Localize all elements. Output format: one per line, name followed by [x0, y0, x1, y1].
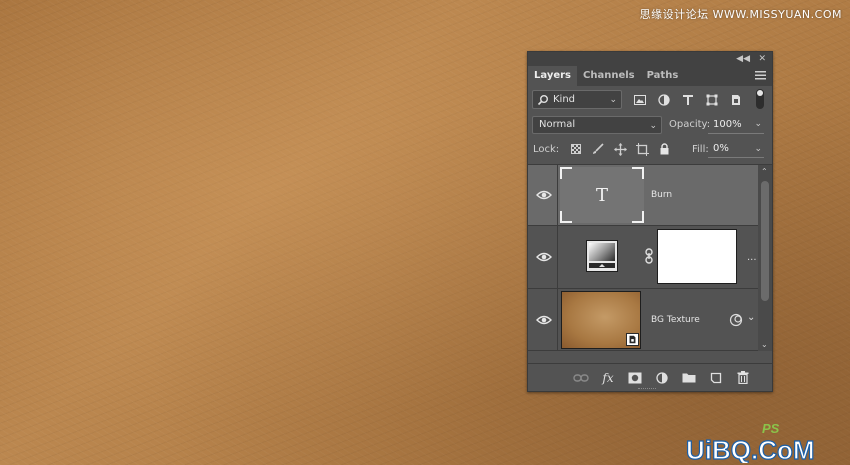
smart-object-badge-icon: [626, 333, 639, 346]
scroll-up-icon[interactable]: ⌃: [761, 167, 768, 176]
adjustment-filter-icon[interactable]: [652, 90, 676, 109]
search-icon: [537, 95, 548, 106]
blend-mode-select[interactable]: Normal ⌄: [532, 116, 662, 134]
layers-scrollbar[interactable]: ⌃ ⌄: [758, 165, 772, 351]
opacity-value: 100%: [713, 119, 742, 130]
smart-object-filter-icon[interactable]: [724, 90, 748, 109]
new-group-icon[interactable]: [676, 368, 703, 388]
watermark-logo-text: UiBQ.CoM: [686, 435, 815, 463]
type-filter-icon[interactable]: [676, 90, 700, 109]
filter-icons: [628, 90, 748, 109]
new-layer-icon[interactable]: [703, 368, 730, 388]
visibility-column: [528, 165, 558, 225]
type-icon: T: [595, 184, 608, 206]
add-mask-icon[interactable]: [622, 368, 649, 388]
panel-tabs: Layers Channels Paths: [528, 66, 772, 86]
text-layer-thumbnail[interactable]: T: [560, 167, 644, 223]
fill-value: 0%: [713, 143, 729, 154]
layer-row-bg-texture[interactable]: BG Texture ⌄: [528, 289, 758, 351]
watermark-logo-ps: PS: [762, 421, 780, 436]
layer-name[interactable]: Burn: [651, 190, 672, 200]
delete-layer-icon[interactable]: [730, 368, 757, 388]
scroll-down-icon[interactable]: ⌄: [761, 340, 768, 349]
panel-titlebar: ◀◀ ✕: [528, 52, 772, 66]
resize-grip[interactable]: [638, 388, 656, 390]
blend-row: Normal ⌄ Opacity: 100% ⌄: [528, 112, 772, 138]
mask-link-icon[interactable]: [643, 248, 655, 264]
eye-icon[interactable]: [536, 189, 552, 201]
lock-all-icon[interactable]: [653, 141, 675, 157]
link-layers-icon[interactable]: [568, 368, 595, 388]
eye-icon[interactable]: [536, 251, 552, 263]
lock-transparent-icon[interactable]: [565, 141, 587, 157]
visibility-column: [528, 226, 558, 288]
shape-filter-icon[interactable]: [700, 90, 724, 109]
filter-row: Kind ⌄: [528, 86, 772, 112]
fill-field[interactable]: 0% ⌄: [708, 141, 764, 158]
lock-row: Lock: Fill: 0% ⌄: [528, 138, 772, 164]
panel-menu-icon[interactable]: [755, 70, 766, 81]
chevron-down-icon: ⌄: [609, 95, 617, 105]
blend-mode-value: Normal: [539, 119, 576, 130]
lock-artboard-icon[interactable]: [631, 141, 653, 157]
chevron-down-icon[interactable]: ⌄: [747, 312, 755, 323]
layer-row-burn[interactable]: T Burn: [528, 165, 758, 226]
layers-list: T Burn ... BG Texture ⌄ ⌃ ⌄: [528, 165, 772, 351]
gradient-map-adjustment-icon[interactable]: [586, 240, 618, 272]
footer-icons: fx: [568, 368, 757, 388]
chevron-down-icon: ⌄: [649, 121, 657, 131]
layer-name[interactable]: BG Texture: [651, 315, 700, 325]
lock-icons: [565, 141, 675, 157]
visibility-column: [528, 289, 558, 350]
kind-filter-select[interactable]: Kind ⌄: [532, 90, 622, 109]
watermark-top-text: 思缘设计论坛 WWW.MISSYUAN.COM: [639, 8, 842, 21]
lock-label: Lock:: [533, 144, 560, 155]
fx-label: fx: [602, 370, 614, 385]
lock-image-icon[interactable]: [587, 141, 609, 157]
layer-row-adjustment[interactable]: ...: [528, 226, 758, 289]
fill-label: Fill:: [692, 144, 709, 155]
scroll-thumb[interactable]: [761, 181, 769, 301]
filter-toggle-switch[interactable]: [756, 89, 764, 109]
kind-filter-label: Kind: [553, 94, 576, 105]
watermark-logo: PS UiBQ.CoM: [685, 421, 815, 463]
new-adjustment-icon[interactable]: [649, 368, 676, 388]
image-filter-icon[interactable]: [628, 90, 652, 109]
more-options-icon[interactable]: ...: [747, 252, 757, 263]
chevron-down-icon[interactable]: ⌄: [754, 116, 762, 133]
layer-effects-icon[interactable]: [729, 313, 743, 327]
collapse-panel-icon[interactable]: ◀◀: [736, 53, 750, 65]
opacity-field[interactable]: 100% ⌄: [708, 116, 764, 134]
opacity-label: Opacity:: [669, 119, 711, 130]
layer-mask-thumbnail[interactable]: [657, 229, 737, 284]
close-panel-icon[interactable]: ✕: [758, 53, 766, 65]
chevron-down-icon[interactable]: ⌄: [754, 141, 762, 157]
lock-position-icon[interactable]: [609, 141, 631, 157]
tab-layers[interactable]: Layers: [528, 66, 577, 86]
layers-panel: ◀◀ ✕ Layers Channels Paths Kind ⌄ Normal…: [527, 51, 773, 392]
eye-icon[interactable]: [536, 314, 552, 326]
tab-paths[interactable]: Paths: [641, 66, 685, 86]
fx-icon[interactable]: fx: [595, 368, 622, 388]
panel-footer: fx: [528, 363, 772, 391]
tab-channels[interactable]: Channels: [577, 66, 641, 86]
